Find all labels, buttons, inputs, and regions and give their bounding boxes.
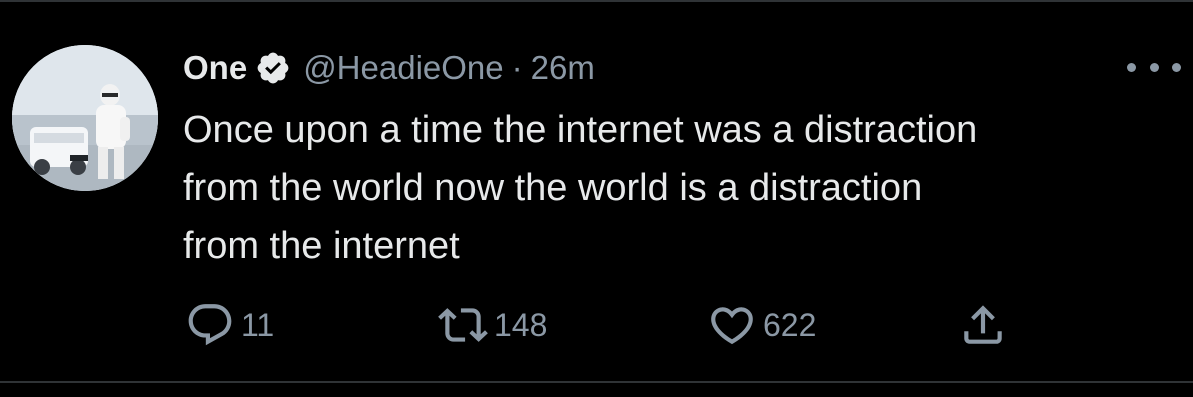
share-icon: [958, 300, 1008, 350]
retweet-count: 148: [494, 306, 548, 343]
tweet-text: Once upon a time the internet was a dist…: [183, 109, 978, 267]
retweet-button[interactable]: 148: [438, 300, 547, 350]
bottom-divider: [0, 381, 1193, 383]
more-dot: [1172, 62, 1181, 72]
reply-button[interactable]: 11: [185, 300, 274, 350]
separator-dot: ·: [511, 49, 523, 86]
like-button[interactable]: 622: [707, 300, 816, 350]
heart-icon: [707, 300, 757, 350]
reply-icon: [185, 300, 235, 350]
more-dot: [1127, 62, 1136, 72]
like-count: 622: [763, 306, 817, 343]
display-name[interactable]: One: [183, 49, 247, 87]
more-dot: [1149, 62, 1159, 72]
share-button[interactable]: [958, 300, 1008, 350]
timestamp[interactable]: 26m: [531, 49, 595, 87]
more-icon[interactable]: [1127, 54, 1181, 80]
retweet-icon: [438, 300, 488, 350]
verified-badge-icon: [255, 50, 291, 86]
reply-count: 11: [241, 306, 275, 343]
tweet-header: One @HeadieOne · 26m: [183, 45, 595, 91]
top-divider: [0, 0, 1193, 2]
avatar[interactable]: [12, 45, 158, 191]
handle[interactable]: @HeadieOne: [303, 49, 503, 87]
